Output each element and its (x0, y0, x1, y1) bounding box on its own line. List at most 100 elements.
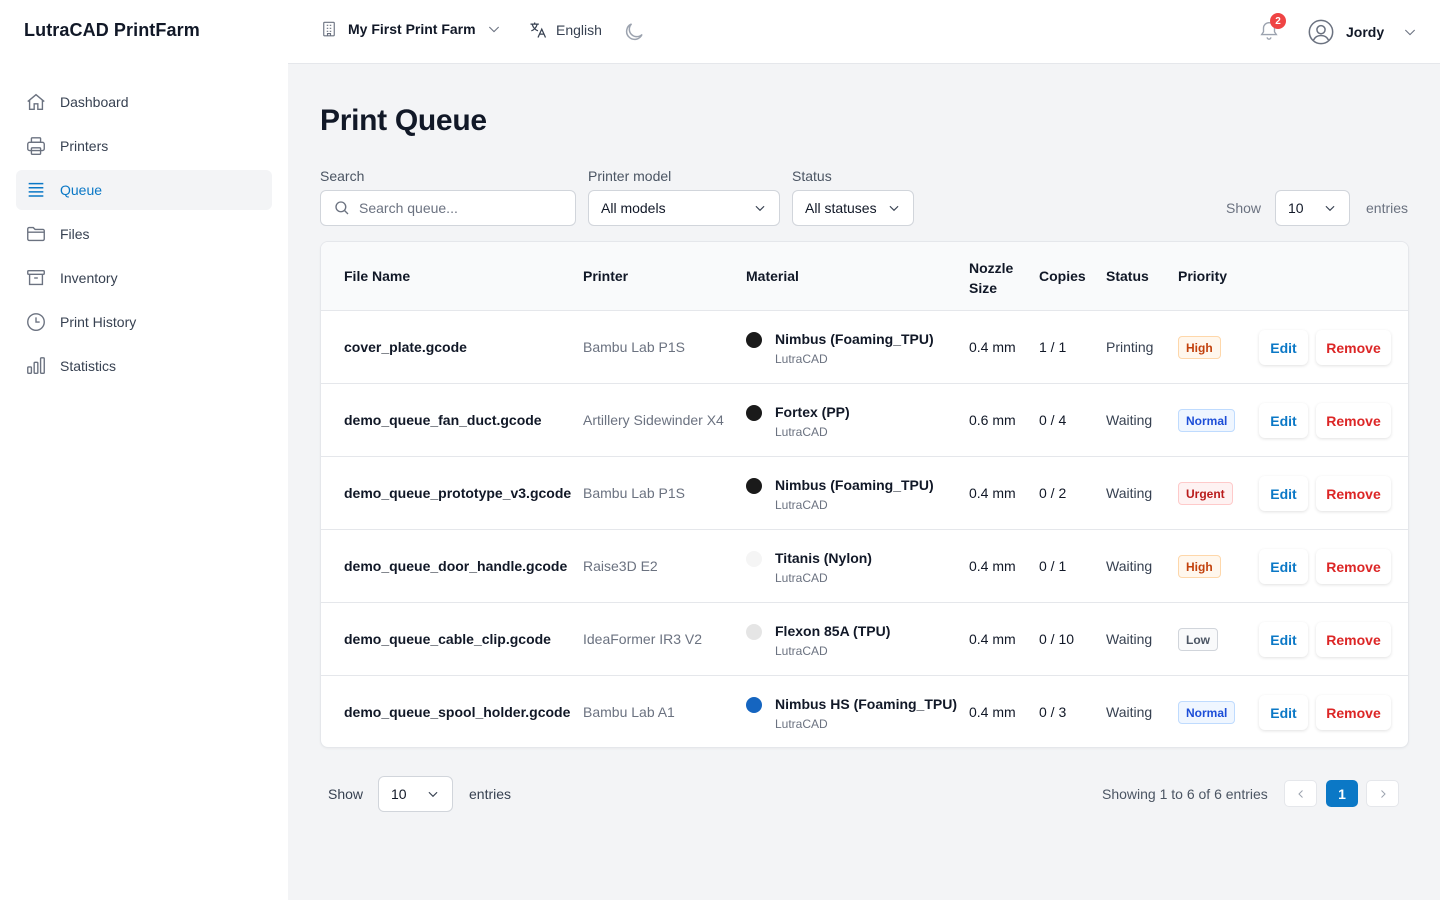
material-brand: LutraCAD (775, 352, 828, 366)
nozzle-size: 0.4 mm (969, 485, 1016, 501)
edit-button[interactable]: Edit (1259, 549, 1308, 584)
material-color-swatch (746, 697, 762, 713)
printer-name: Bambu Lab A1 (583, 704, 675, 720)
app-title: LutraCAD PrintFarm (24, 20, 200, 40)
archive-box-icon (24, 266, 48, 290)
page-size-select[interactable]: 10 (1275, 190, 1350, 226)
priority-badge: Urgent (1178, 482, 1233, 505)
chevron-left-icon (1297, 789, 1303, 798)
copies: 0 / 10 (1039, 631, 1075, 647)
remove-button[interactable]: Remove (1316, 549, 1391, 584)
printer-model-value: All models (601, 200, 666, 216)
priority-badge: Normal (1178, 409, 1236, 432)
job-status: Waiting (1106, 558, 1153, 574)
status-value: All statuses (805, 200, 877, 216)
file-name: demo_queue_spool_holder.gcode (344, 704, 571, 720)
notification-count-badge: 2 (1270, 13, 1286, 29)
header-priority: Priority (1178, 268, 1228, 284)
chevron-right-icon (1380, 789, 1386, 798)
show-label: Show (1226, 200, 1262, 216)
remove-button[interactable]: Remove (1316, 695, 1391, 730)
sidebar-item-queue[interactable]: Queue (16, 170, 272, 210)
footer-page-size-select[interactable]: 10 (378, 776, 453, 812)
header-printer: Printer (583, 268, 629, 284)
printer-name: IdeaFormer IR3 V2 (583, 631, 703, 647)
remove-button[interactable]: Remove (1316, 476, 1391, 511)
user-menu[interactable]: Jordy (1307, 18, 1418, 46)
sidebar-item-print-history[interactable]: Print History (16, 302, 272, 342)
chevron-down-icon (755, 205, 765, 212)
file-name: demo_queue_cable_clip.gcode (344, 631, 551, 647)
page-title: Print Queue (320, 104, 487, 137)
pagination-prev-button[interactable] (1284, 780, 1317, 807)
search-label: Search (320, 168, 365, 184)
header-status: Status (1106, 268, 1149, 284)
header-nozzle-size: Nozzle Size (969, 258, 1013, 298)
sidebar-nav: Dashboard Printers Queue Files Inventory (16, 82, 272, 390)
farm-selector[interactable]: My First Print Farm (320, 20, 512, 38)
copies: 0 / 3 (1039, 704, 1067, 720)
table-row: demo_queue_door_handle.gcode Raise3D E2 … (321, 530, 1408, 603)
printer-icon (24, 134, 48, 158)
search-field (320, 190, 576, 226)
table-row: demo_queue_spool_holder.gcode Bambu Lab … (321, 676, 1408, 747)
dark-mode-toggle[interactable] (622, 20, 646, 49)
table-row: demo_queue_cable_clip.gcode IdeaFormer I… (321, 603, 1408, 676)
material-color-swatch (746, 332, 762, 348)
priority-badge: High (1178, 555, 1221, 578)
nozzle-size: 0.4 mm (969, 339, 1016, 355)
sidebar-item-statistics[interactable]: Statistics (16, 346, 272, 386)
search-input[interactable] (359, 200, 559, 216)
material-name: Fortex (PP) (775, 404, 850, 420)
sidebar-item-dashboard[interactable]: Dashboard (16, 82, 272, 122)
header-nozzle-line1: Nozzle (969, 260, 1014, 276)
priority-badge: High (1178, 336, 1221, 359)
folder-icon (24, 222, 48, 246)
page-size-value: 10 (1288, 200, 1304, 216)
sidebar-item-label: Dashboard (60, 94, 129, 110)
table-row: cover_plate.gcode Bambu Lab P1S Nimbus (… (321, 311, 1408, 384)
material-color-swatch (746, 551, 762, 567)
sidebar-item-label: Inventory (60, 270, 118, 286)
queue-list-icon (24, 178, 48, 202)
priority-badge: Low (1178, 628, 1218, 651)
sidebar-item-label: Statistics (60, 358, 117, 374)
material-name: Nimbus (Foaming_TPU) (775, 477, 934, 493)
material-color-swatch (746, 624, 762, 640)
edit-button[interactable]: Edit (1259, 695, 1308, 730)
remove-button[interactable]: Remove (1316, 403, 1391, 438)
pagination-page-1[interactable]: 1 (1326, 780, 1358, 807)
sidebar-item-printers[interactable]: Printers (16, 126, 272, 166)
remove-button[interactable]: Remove (1316, 330, 1391, 365)
search-icon (335, 201, 349, 215)
remove-button[interactable]: Remove (1316, 622, 1391, 657)
file-name: demo_queue_prototype_v3.gcode (344, 485, 572, 501)
edit-button[interactable]: Edit (1259, 330, 1308, 365)
printer-name: Artillery Sidewinder X4 (583, 412, 724, 428)
building-icon (323, 21, 335, 37)
status-select[interactable]: All statuses (792, 190, 914, 226)
chevron-down-icon (889, 205, 899, 212)
copies: 0 / 1 (1039, 558, 1067, 574)
printer-name: Bambu Lab P1S (583, 485, 685, 501)
footer-page-size-value: 10 (391, 786, 407, 802)
home-icon (24, 90, 48, 114)
edit-button[interactable]: Edit (1259, 476, 1308, 511)
nozzle-size: 0.4 mm (969, 631, 1016, 647)
language-selector[interactable]: English (528, 20, 602, 40)
chevron-down-icon (1325, 205, 1335, 212)
edit-button[interactable]: Edit (1259, 403, 1308, 438)
printer-model-select[interactable]: All models (588, 190, 780, 226)
header-nozzle-line2: Size (969, 280, 998, 296)
top-bar: My First Print Farm English 2 Jordy (288, 0, 1440, 64)
pagination-next-button[interactable] (1366, 780, 1399, 807)
table-row: demo_queue_prototype_v3.gcode Bambu Lab … (321, 457, 1408, 530)
sidebar-item-files[interactable]: Files (16, 214, 272, 254)
sidebar-item-inventory[interactable]: Inventory (16, 258, 272, 298)
material-color-swatch (746, 405, 762, 421)
language-label: English (556, 22, 602, 38)
sidebar-item-label: Printers (60, 138, 109, 154)
chevron-down-icon (428, 791, 438, 798)
edit-button[interactable]: Edit (1259, 622, 1308, 657)
file-name: demo_queue_door_handle.gcode (344, 558, 568, 574)
